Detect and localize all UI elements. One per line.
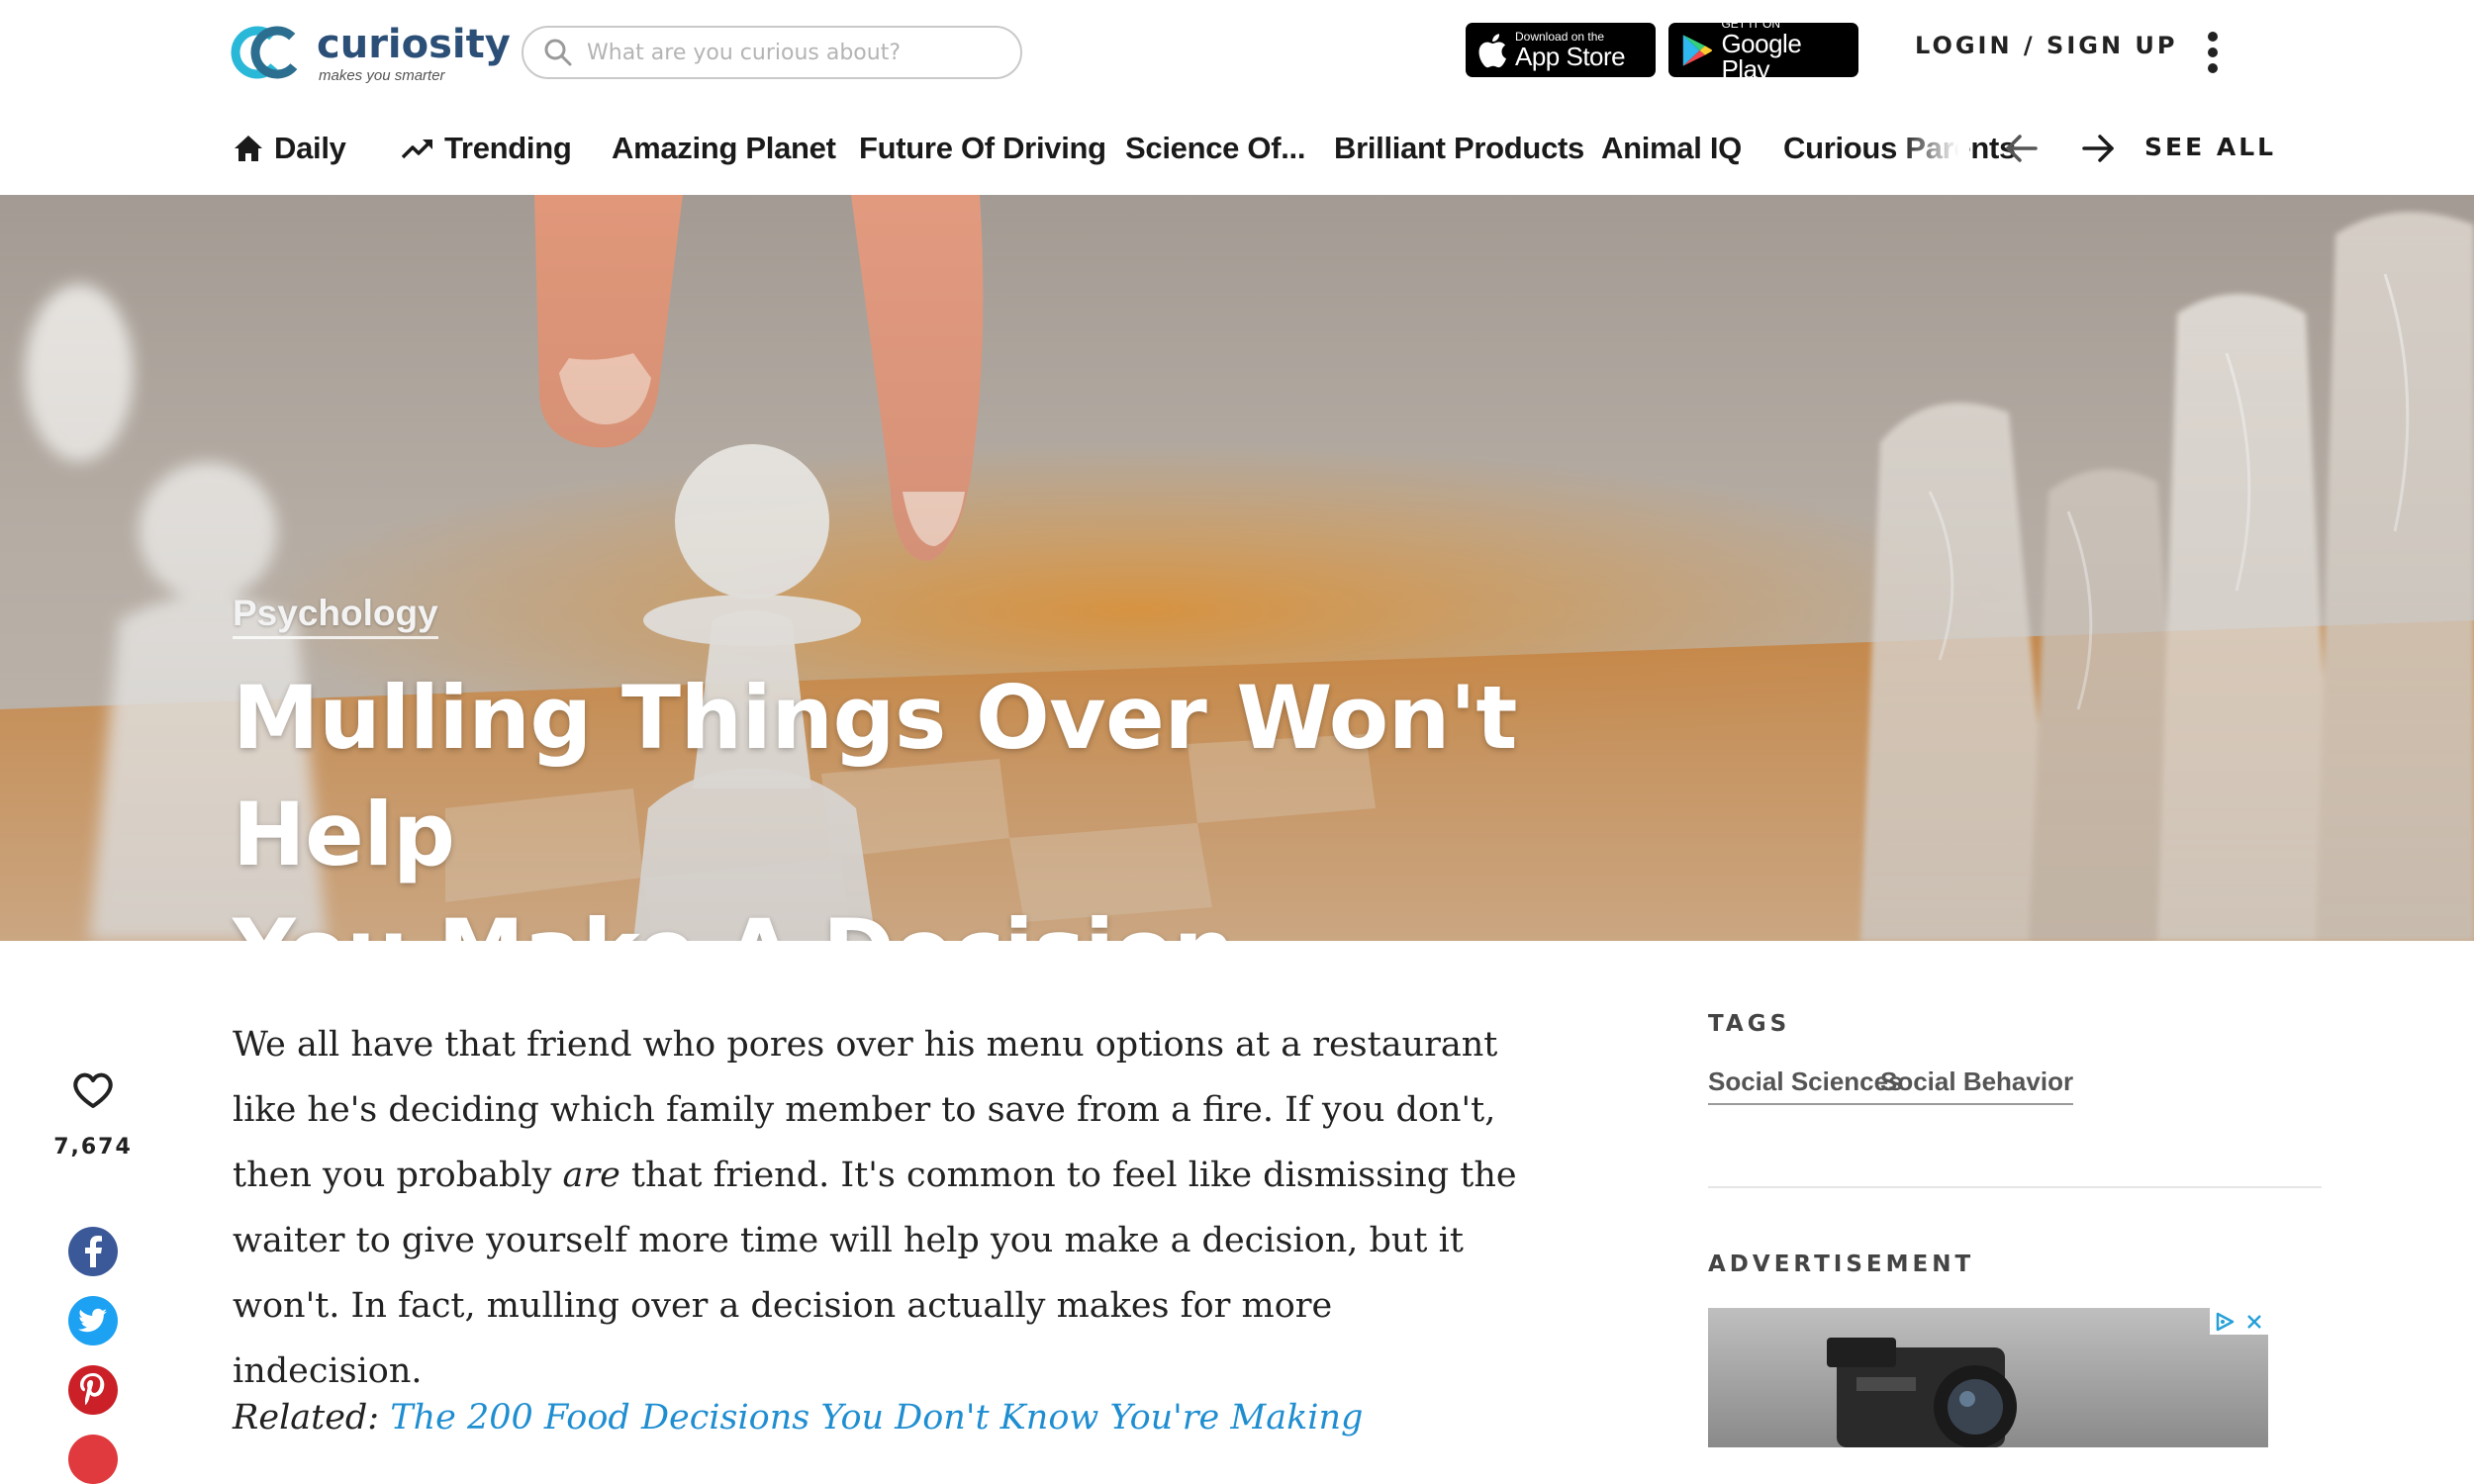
article-paragraph: We all have that friend who pores over h… xyxy=(233,1012,1519,1404)
ad-choices-icon xyxy=(2217,1312,2235,1331)
article-title: Mulling Things Over Won't Help You Make … xyxy=(233,660,1717,941)
nav-item-future-of-driving[interactable]: Future Of Driving xyxy=(859,127,1106,170)
nav-item-label: Trending xyxy=(444,131,572,165)
pinterest-icon xyxy=(80,1373,105,1406)
related-article-link[interactable]: The 200 Food Decisions You Don't Know Yo… xyxy=(390,1398,1363,1438)
article-emphasis: are xyxy=(562,1156,620,1195)
heart-icon[interactable] xyxy=(71,1070,115,1110)
arrow-right-icon[interactable] xyxy=(2078,131,2118,166)
tags-heading: TAGS xyxy=(1708,1011,1791,1037)
share-twitter-button[interactable] xyxy=(68,1296,118,1345)
logo-mark-icon xyxy=(231,26,304,79)
related-article: Related: The 200 Food Decisions You Don'… xyxy=(233,1398,1363,1438)
advertisement-slot[interactable] xyxy=(1708,1308,2268,1447)
ad-camera-image xyxy=(1827,1338,2017,1447)
nav-item-daily[interactable]: Daily xyxy=(233,127,346,170)
nav-item-science-of[interactable]: Science Of... xyxy=(1125,127,1305,170)
like-count: 7,674 xyxy=(53,1135,133,1159)
logo-tagline: makes you smarter xyxy=(319,67,445,84)
apple-icon xyxy=(1478,33,1506,67)
related-label: Related: xyxy=(233,1398,380,1438)
facebook-icon xyxy=(85,1236,102,1267)
hero-banner: Psychology Mulling Things Over Won't Hel… xyxy=(0,195,2474,941)
article-title-line-2: You Make A Decision xyxy=(233,893,1717,941)
nav-item-amazing-planet[interactable]: Amazing Planet xyxy=(612,127,836,170)
home-icon xyxy=(235,136,262,161)
see-all-link[interactable]: SEE ALL xyxy=(2144,133,2276,161)
sidebar-divider xyxy=(1708,1186,2322,1188)
curiosity-logo[interactable]: curiosity makes you smarter xyxy=(230,18,511,87)
nav-item-label: Daily xyxy=(274,131,346,165)
share-facebook-button[interactable] xyxy=(68,1227,118,1276)
app-store-badge[interactable]: Download on the App Store xyxy=(1466,23,1656,77)
google-play-icon xyxy=(1682,34,1713,66)
search-icon xyxy=(544,39,572,66)
hero-category-link[interactable]: Psychology xyxy=(233,593,438,639)
search-bar[interactable] xyxy=(522,26,1022,79)
trending-icon xyxy=(401,139,432,159)
nav-item-trending[interactable]: Trending xyxy=(401,127,572,170)
share-pinterest-button[interactable] xyxy=(68,1365,118,1415)
close-icon[interactable] xyxy=(2244,1312,2264,1332)
tag-social-sciences[interactable]: Social Sciences xyxy=(1708,1067,1903,1105)
share-more-button[interactable] xyxy=(68,1435,118,1484)
google-play-big-text: Google Play xyxy=(1721,29,1802,84)
nav-item-animal-iq[interactable]: Animal IQ xyxy=(1601,127,1742,170)
twitter-icon xyxy=(78,1308,107,1333)
login-signup-link[interactable]: LOGIN / SIGN UP xyxy=(1915,32,2177,59)
arrow-left-icon[interactable] xyxy=(2002,131,2042,166)
advertisement-heading: ADVERTISEMENT xyxy=(1708,1252,1975,1277)
google-play-badge[interactable]: GET IT ON Google Play xyxy=(1668,18,1858,82)
logo-wordmark: curiosity xyxy=(317,22,511,67)
ad-choices-badge[interactable] xyxy=(2210,1308,2268,1335)
kebab-icon[interactable] xyxy=(2203,30,2223,75)
app-store-big-text: App Store xyxy=(1515,42,1626,71)
nav-fade-overlay xyxy=(1900,119,1969,178)
nav-item-brilliant-products[interactable]: Brilliant Products xyxy=(1334,127,1584,170)
search-input[interactable] xyxy=(585,39,1004,66)
article-title-line-1: Mulling Things Over Won't Help xyxy=(233,667,1517,885)
tag-social-behavior[interactable]: Social Behavior xyxy=(1880,1067,2074,1105)
